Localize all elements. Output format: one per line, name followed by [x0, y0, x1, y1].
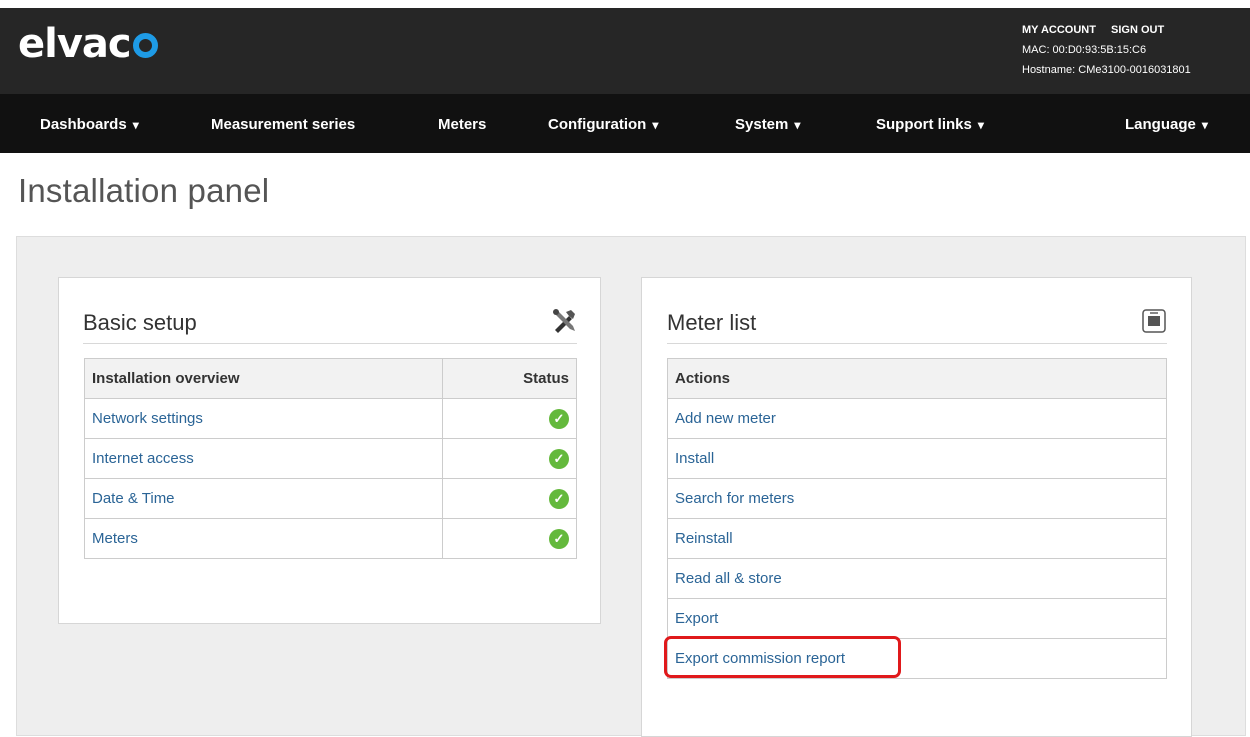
meter-icon [1142, 309, 1166, 333]
column-status: Status [441, 358, 578, 399]
table-row[interactable]: Network settings ✓ [84, 398, 578, 439]
mac-address: MAC: 00:D0:93:5B:15:C6 [1022, 44, 1147, 56]
chevron-down-icon: ▾ [652, 118, 659, 132]
chevron-down-icon: ▾ [977, 118, 984, 132]
nav-measurement-series[interactable]: Measurement series [211, 94, 355, 153]
search-for-meters-link[interactable]: Search for meters [667, 478, 1167, 519]
actions-table: Actions Add new meter Install Search for… [667, 358, 1167, 679]
meter-list-title: Meter list [667, 310, 757, 335]
checkmark-icon: ✓ [549, 488, 569, 509]
internet-access-link[interactable]: Internet access [84, 438, 443, 479]
main-nav: Dashboards ▾ Measurement series Meters Co… [0, 94, 1250, 153]
checkmark-icon: ✓ [549, 408, 569, 429]
table-row[interactable]: Meters ✓ [84, 518, 578, 559]
highlight-box [664, 636, 901, 678]
table-row[interactable]: Export [667, 598, 1167, 639]
basic-setup-title: Basic setup [83, 310, 197, 335]
date-time-link[interactable]: Date & Time [84, 478, 443, 519]
chevron-down-icon: ▾ [1201, 118, 1208, 132]
network-settings-link[interactable]: Network settings [84, 398, 443, 439]
checkmark-icon: ✓ [549, 528, 569, 549]
logo-o-ring [132, 33, 158, 58]
add-new-meter-link[interactable]: Add new meter [667, 398, 1167, 439]
nav-system[interactable]: System ▾ [735, 94, 800, 153]
hostname: Hostname: CMe3100-0016031801 [1022, 64, 1191, 76]
page-title: Installation panel [18, 172, 270, 209]
reinstall-link[interactable]: Reinstall [667, 518, 1167, 559]
installation-overview-table: Installation overview Status Network set… [84, 358, 578, 559]
table-row[interactable]: Search for meters [667, 478, 1167, 519]
table-row[interactable]: Reinstall [667, 518, 1167, 559]
sign-out-link[interactable]: SIGN OUT [1111, 24, 1164, 36]
column-actions: Actions [667, 358, 1167, 399]
nav-support-links[interactable]: Support links ▾ [876, 94, 984, 153]
elvaco-logo[interactable]: elvac [18, 20, 158, 68]
basic-setup-panel: Basic setup Installation overview Status… [58, 277, 601, 624]
tools-icon [553, 309, 575, 333]
nav-meters[interactable]: Meters [438, 94, 486, 153]
install-link[interactable]: Install [667, 438, 1167, 479]
nav-dashboards[interactable]: Dashboards ▾ [40, 94, 139, 153]
basic-setup-header: Basic setup [83, 308, 577, 344]
my-account-link[interactable]: MY ACCOUNT [1022, 24, 1096, 36]
meter-list-header: Meter list [667, 308, 1167, 344]
nav-language[interactable]: Language ▾ [1125, 94, 1208, 153]
top-header: elvac MY ACCOUNT SIGN OUT MAC: 00:D0:93:… [0, 8, 1250, 94]
read-all-store-link[interactable]: Read all & store [667, 558, 1167, 599]
chevron-down-icon: ▾ [794, 118, 801, 132]
meters-link[interactable]: Meters [84, 518, 443, 559]
column-installation-overview: Installation overview [84, 358, 443, 399]
checkmark-icon: ✓ [549, 448, 569, 469]
table-row[interactable]: Internet access ✓ [84, 438, 578, 479]
export-link[interactable]: Export [667, 598, 1167, 639]
table-row[interactable]: Date & Time ✓ [84, 478, 578, 519]
table-row[interactable]: Read all & store [667, 558, 1167, 599]
chevron-down-icon: ▾ [132, 118, 139, 132]
nav-configuration[interactable]: Configuration ▾ [548, 94, 658, 153]
table-row[interactable]: Add new meter [667, 398, 1167, 439]
account-info: MY ACCOUNT SIGN OUT MAC: 00:D0:93:5B:15:… [1022, 20, 1191, 80]
table-row[interactable]: Install [667, 438, 1167, 479]
